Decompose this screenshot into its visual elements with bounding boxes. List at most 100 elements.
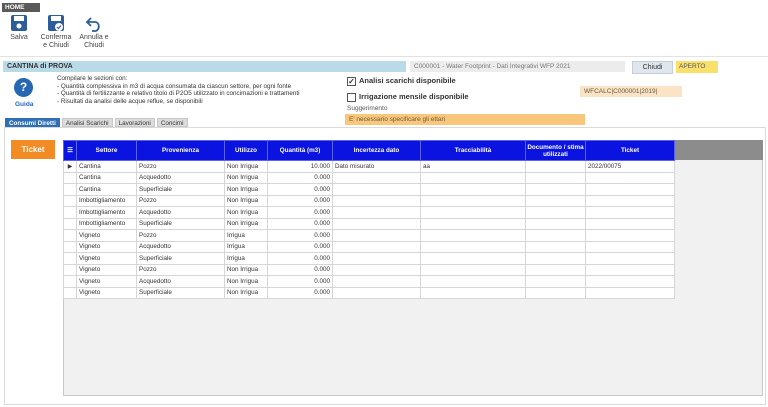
table-cell[interactable]: Superficiale <box>136 286 225 299</box>
column-header[interactable]: Settore <box>76 140 137 161</box>
table-cell[interactable]: 0.000 <box>267 275 333 288</box>
table-cell[interactable]: Vigneto <box>76 286 137 299</box>
table-cell[interactable]: 0.000 <box>267 217 333 230</box>
table-row[interactable]: Imbottigliamento Acquedotto Non Irrigua 0.0… <box>63 206 680 219</box>
table-cell[interactable] <box>585 240 675 253</box>
column-header[interactable]: Incertezza dato <box>332 140 421 161</box>
table-cell[interactable]: 0.000 <box>267 171 333 184</box>
table-cell[interactable] <box>525 194 586 207</box>
column-header[interactable]: Utilizzo <box>224 140 268 161</box>
table-cell[interactable]: Dato misurato <box>332 160 421 173</box>
row-selector[interactable] <box>63 263 77 276</box>
table-cell[interactable] <box>585 217 675 230</box>
table-cell[interactable]: aa <box>420 160 526 173</box>
table-cell[interactable]: Imbottigliamento <box>76 206 137 219</box>
table-row[interactable]: Vigneto Acquedotto Non Irrigua 0.000 <box>63 275 680 288</box>
table-cell[interactable]: 0.000 <box>267 286 333 299</box>
table-cell[interactable] <box>525 252 586 265</box>
confirm-close-button[interactable]: Conferma e Chiudi <box>37 14 75 50</box>
table-cell[interactable]: Non Irrigua <box>224 286 268 299</box>
table-cell[interactable]: Pozzo <box>136 160 225 173</box>
table-cell[interactable]: Non Irrigua <box>224 206 268 219</box>
table-cell[interactable]: Non Irrigua <box>224 194 268 207</box>
table-cell[interactable]: Non Irrigua <box>224 183 268 196</box>
table-cell[interactable] <box>332 194 421 207</box>
table-row[interactable]: Imbottigliamento Pozzo Non Irrigua 0.000 <box>63 194 680 207</box>
table-cell[interactable] <box>525 286 586 299</box>
table-cell[interactable] <box>420 183 526 196</box>
column-menu-icon[interactable]: ☰ <box>63 140 77 161</box>
table-cell[interactable]: Non Irrigua <box>224 217 268 230</box>
table-cell[interactable]: Acquedotto <box>136 171 225 184</box>
table-cell[interactable]: Vigneto <box>76 229 137 242</box>
row-selector[interactable] <box>63 275 77 288</box>
irrigazione-mensile-checkbox[interactable]: Irrigazione mensile disponibile <box>347 92 469 102</box>
table-cell[interactable]: Acquedotto <box>136 206 225 219</box>
row-selector-arrow-icon[interactable]: ▶ <box>63 160 77 173</box>
table-cell[interactable]: Irrigua <box>224 252 268 265</box>
table-cell[interactable]: Cantina <box>76 160 137 173</box>
table-cell[interactable] <box>332 275 421 288</box>
table-cell[interactable] <box>525 183 586 196</box>
table-cell[interactable] <box>420 263 526 276</box>
column-header[interactable]: Provenienza <box>136 140 225 161</box>
table-cell[interactable]: 0.000 <box>267 240 333 253</box>
tab-analisi-scarichi[interactable]: Analisi Scarichi <box>61 118 113 127</box>
table-cell[interactable]: 2022/00075 <box>585 160 675 173</box>
table-cell[interactable] <box>525 171 586 184</box>
table-cell[interactable]: Superficiale <box>136 183 225 196</box>
table-cell[interactable]: Acquedotto <box>136 240 225 253</box>
table-row[interactable]: ▶ Cantina Pozzo Non Irrigua 10.000 Dato misur… <box>63 160 680 173</box>
table-cell[interactable]: Non Irrigua <box>224 275 268 288</box>
table-cell[interactable]: 0.000 <box>267 183 333 196</box>
table-cell[interactable]: 0.000 <box>267 263 333 276</box>
table-cell[interactable]: 0.000 <box>267 229 333 242</box>
table-cell[interactable] <box>420 229 526 242</box>
table-row[interactable]: Vigneto Acquedotto Irrigua 0.000 <box>63 240 680 253</box>
table-cell[interactable] <box>332 240 421 253</box>
table-cell[interactable] <box>585 286 675 299</box>
column-header[interactable]: Quantità (m3) <box>267 140 333 161</box>
table-cell[interactable] <box>332 229 421 242</box>
row-selector[interactable] <box>63 217 77 230</box>
table-cell[interactable]: Cantina <box>76 183 137 196</box>
help-icon[interactable]: ? <box>14 78 33 97</box>
table-row[interactable]: Imbottigliamento Superficiale Non Irrigua 0… <box>63 217 680 230</box>
table-cell[interactable] <box>332 217 421 230</box>
table-cell[interactable] <box>585 194 675 207</box>
table-cell[interactable] <box>332 252 421 265</box>
save-button[interactable]: Salva <box>6 14 32 42</box>
column-header[interactable]: Tracciabilità <box>420 140 526 161</box>
help-label[interactable]: Guida <box>15 101 33 108</box>
table-cell[interactable]: 0.000 <box>267 206 333 219</box>
table-cell[interactable]: Imbottigliamento <box>76 194 137 207</box>
table-row[interactable]: Vigneto Superficiale Irrigua 0.000 <box>63 252 680 265</box>
row-selector[interactable] <box>63 171 77 184</box>
row-selector[interactable] <box>63 286 77 299</box>
table-cell[interactable]: Pozzo <box>136 263 225 276</box>
table-cell[interactable] <box>585 183 675 196</box>
row-selector[interactable] <box>63 183 77 196</box>
tab-concimi[interactable]: Concimi <box>156 118 188 127</box>
table-cell[interactable] <box>525 206 586 219</box>
table-row[interactable]: Vigneto Pozzo Irrigua 0.000 <box>63 229 680 242</box>
table-cell[interactable]: Imbottigliamento <box>76 217 137 230</box>
table-cell[interactable] <box>585 229 675 242</box>
row-selector[interactable] <box>63 229 77 242</box>
table-cell[interactable] <box>525 229 586 242</box>
table-cell[interactable] <box>525 160 586 173</box>
table-cell[interactable]: Non Irrigua <box>224 263 268 276</box>
table-row[interactable]: Vigneto Pozzo Non Irrigua 0.000 <box>63 263 680 276</box>
table-cell[interactable]: Non Irrigua <box>224 160 268 173</box>
table-cell[interactable] <box>525 263 586 276</box>
table-cell[interactable]: Irrigua <box>224 240 268 253</box>
table-cell[interactable] <box>525 275 586 288</box>
tab-consumi-diretti[interactable]: Consumi Diretti <box>5 118 60 127</box>
tab-lavorazioni[interactable]: Lavorazioni <box>114 118 155 127</box>
row-selector[interactable] <box>63 194 77 207</box>
table-cell[interactable] <box>585 206 675 219</box>
table-cell[interactable] <box>420 275 526 288</box>
table-cell[interactable]: Vigneto <box>76 252 137 265</box>
table-row[interactable]: Cantina Acquedotto Non Irrigua 0.000 <box>63 171 680 184</box>
table-cell[interactable] <box>332 183 421 196</box>
